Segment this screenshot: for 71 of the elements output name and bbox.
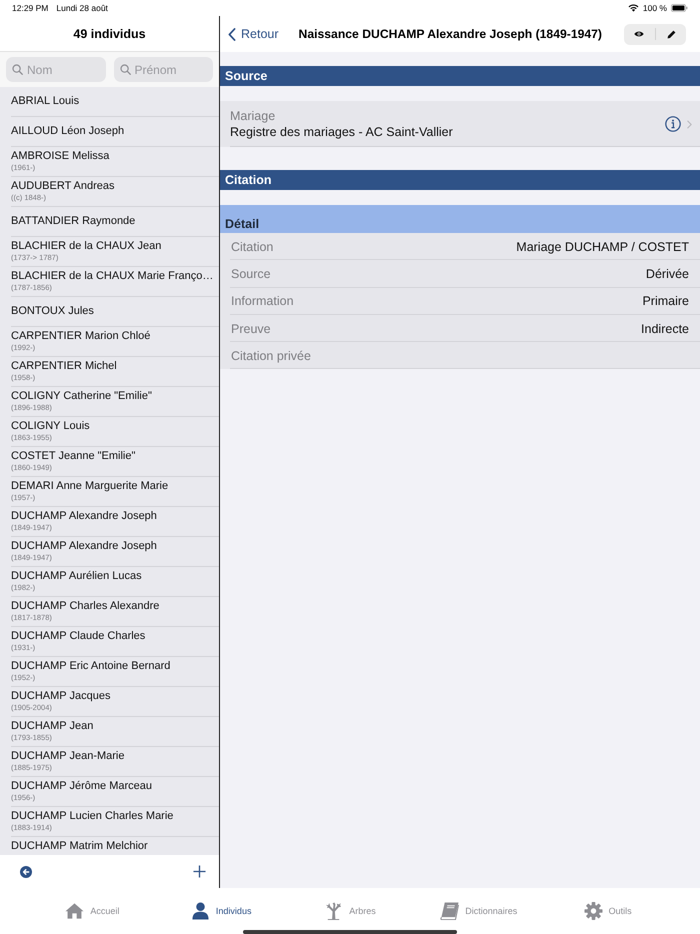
subsection-title: Détail [225,217,260,231]
person-name: BONTOUX Jules [11,305,94,318]
field-value: Indirecte [641,322,689,336]
person-item[interactable]: DUCHAMP Matrim Melchior [11,837,219,855]
person-name: DUCHAMP Claude Charles [11,630,146,643]
pencil-icon[interactable] [667,30,676,38]
book-icon [440,902,460,920]
person-name: BLACHIER de la CHAUX Jean [11,240,162,253]
search-icon [12,64,23,75]
person-name: AMBROISE Melissa [11,150,110,163]
field-value: Dérivée [646,266,689,281]
source-value: Registre des mariages - AC Saint-Vallier [230,125,454,139]
person-name: BLACHIER de la CHAUX Marie Franço… [11,270,214,283]
house-icon [65,902,84,920]
section-title: Source [225,69,268,83]
tree-icon [324,902,344,920]
person-item[interactable]: BONTOUX Jules [11,297,219,327]
person-name: DUCHAMP Matrim Melchior [11,840,148,853]
source-row[interactable]: Mariage Registre des mariages - AC Saint-Vallier [220,101,700,147]
chevron-right-icon [687,120,692,128]
person-name: COSTET Jeanne "Emilie" [11,450,136,463]
person-name: DUCHAMP Jérôme Marceau [11,780,152,793]
field-value: Mariage DUCHAMP / COSTET [516,240,689,254]
person-name: ABRIAL Louis [11,95,80,108]
eye-icon[interactable] [634,30,644,38]
source-label: Mariage [230,109,276,123]
field-value: Primaire [642,294,689,308]
field-label: Citation [231,240,274,254]
person-name: DUCHAMP Charles Alexandre [11,600,160,613]
search-icon [120,64,130,75]
add-icon[interactable] [193,865,206,878]
field-label: Citation privée [231,348,311,363]
field-label: Preuve [231,322,271,336]
field-label: Information [231,294,294,308]
status-date: Lundi 28 août [56,3,108,13]
search-field[interactable]: Prénom [114,57,213,82]
info-icon[interactable] [665,116,681,132]
person-name: COLIGNY Catherine "Emilie" [11,390,152,403]
person-name: AUDUBERT Andreas [11,180,115,193]
person-name: DUCHAMP Aurélien Lucas [11,570,142,583]
wifi-icon [628,4,639,12]
person-name: DUCHAMP Jacques [11,690,110,703]
person-name: AILLOUD Léon Joseph [11,125,124,138]
battery-percent: 100 % [642,3,667,13]
person-item[interactable]: BATTANDIER Raymonde [11,207,219,237]
back-link[interactable]: Retour [228,27,279,41]
person-name: BATTANDIER Raymonde [11,215,136,228]
person-name: DUCHAMP Eric Antoine Bernard [11,660,170,673]
person-name: DUCHAMP Jean [11,720,94,733]
detail-title: Naissance DUCHAMP Alexandre Joseph (1849-1947) [298,27,603,41]
person-item[interactable]: ABRIAL Louis [11,87,219,117]
person-name: DUCHAMP Lucien Charles Marie [11,810,174,823]
person-name: DUCHAMP Alexandre Joseph [11,540,157,553]
person-item[interactable]: AILLOUD Léon Joseph [11,117,219,147]
person-name: DUCHAMP Alexandre Joseph [11,510,157,523]
person-name: DEMARI Anne Marguerite Marie [11,480,168,493]
person-name: CARPENTIER Marion Chloé [11,330,150,343]
back-arrow-icon[interactable] [20,866,32,878]
list-title: 49 individus [73,26,146,40]
person-name: CARPENTIER Michel [11,360,117,373]
battery-icon [671,4,688,12]
section-title: Citation [225,173,272,187]
status-time: 12:29 PM [12,3,48,13]
chevron-left-icon [228,28,236,40]
field-label: Source [231,266,271,281]
gear-icon [584,902,603,920]
search-field[interactable]: Nom [6,57,106,82]
person-name: COLIGNY Louis [11,420,90,433]
tab[interactable]: Individus [156,897,286,925]
person-icon [190,902,210,920]
person-name: DUCHAMP Jean-Marie [11,750,124,763]
